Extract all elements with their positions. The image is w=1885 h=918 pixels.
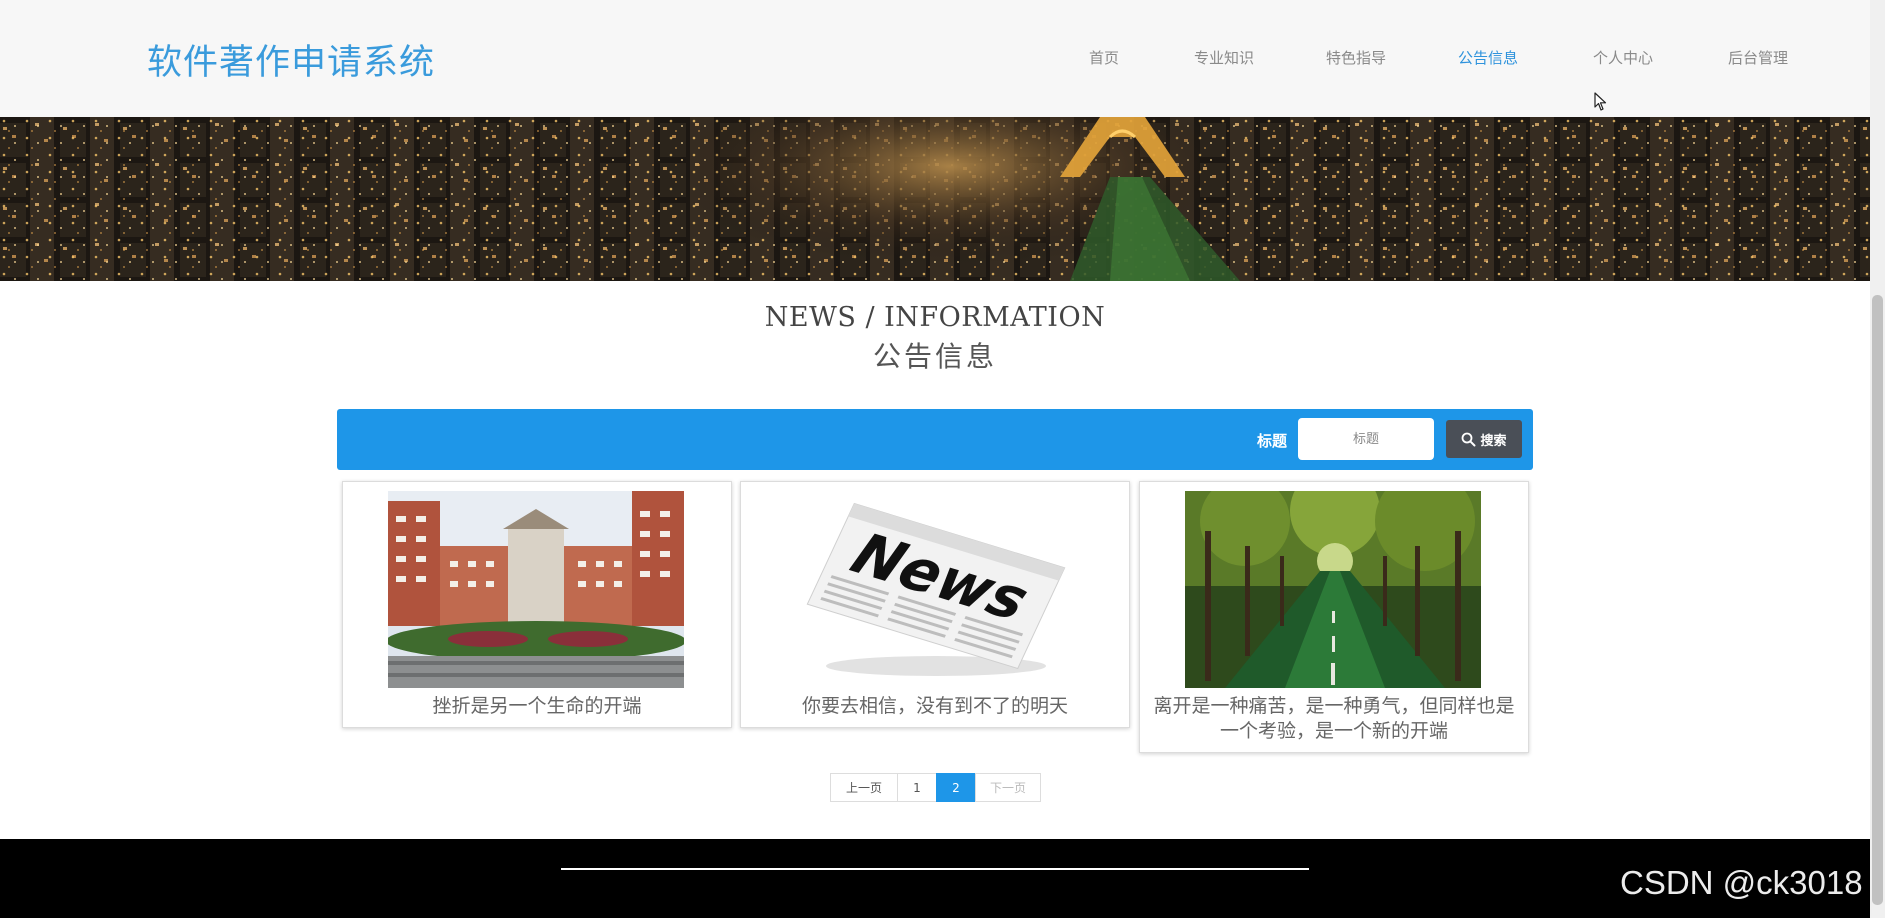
nav-item-guidance[interactable]: 特色指导 (1326, 47, 1386, 68)
news-card-title[interactable]: 你要去相信，没有到不了的明天 (753, 694, 1117, 719)
search-button-label: 搜索 (1480, 433, 1507, 449)
next-page-button[interactable]: 下一页 (975, 773, 1041, 802)
pagination: 上一页 1 2 下一页 (830, 773, 1041, 802)
page-2-button[interactable]: 2 (936, 773, 976, 802)
section-title-cn: 公告信息 (872, 340, 997, 373)
vertical-scrollbar[interactable] (1870, 0, 1885, 918)
search-bar: 标题 搜索 (337, 409, 1533, 470)
page-footer (0, 839, 1870, 918)
search-icon (1462, 432, 1476, 446)
site-header: 软件著作申请系统 首页 专业知识 特色指导 公告信息 个人中心 后台管理 (0, 0, 1870, 117)
nav-item-admin[interactable]: 后台管理 (1728, 47, 1788, 68)
newspaper-news-photo[interactable]: News (786, 491, 1082, 688)
city-night-banner (0, 117, 1870, 281)
section-title-en: NEWS / INFORMATION (764, 302, 1106, 333)
news-card[interactable]: News 你要去相信，没有到不了的明天 (740, 481, 1130, 728)
nav-item-home[interactable]: 首页 (1089, 47, 1119, 68)
tree-lined-road-photo[interactable] (1185, 491, 1481, 688)
nav-item-announcements[interactable]: 公告信息 (1458, 47, 1518, 68)
scrollbar-thumb[interactable] (1872, 295, 1883, 905)
watermark-text: CSDN @ck3018 (1620, 864, 1863, 901)
news-card[interactable]: 挫折是另一个生命的开端 (342, 481, 732, 728)
mouse-cursor-icon (1594, 92, 1607, 111)
search-input[interactable] (1298, 418, 1434, 460)
search-button[interactable]: 搜索 (1446, 420, 1522, 458)
page-1-button[interactable]: 1 (897, 773, 937, 802)
news-card[interactable]: 离开是一种痛苦，是一种勇气，但同样也是一个考验，是一个新的开端 (1139, 481, 1529, 753)
prev-page-button[interactable]: 上一页 (830, 773, 898, 802)
search-label: 标题 (1257, 432, 1288, 450)
footer-divider (561, 868, 1309, 870)
nav-item-knowledge[interactable]: 专业知识 (1194, 47, 1254, 68)
news-card-title[interactable]: 挫折是另一个生命的开端 (355, 694, 719, 719)
campus-building-photo[interactable] (388, 491, 684, 688)
main-nav: 首页 专业知识 特色指导 公告信息 个人中心 后台管理 (0, 47, 1870, 67)
nav-item-profile[interactable]: 个人中心 (1593, 47, 1653, 68)
news-card-title[interactable]: 离开是一种痛苦，是一种勇气，但同样也是一个考验，是一个新的开端 (1152, 694, 1516, 744)
